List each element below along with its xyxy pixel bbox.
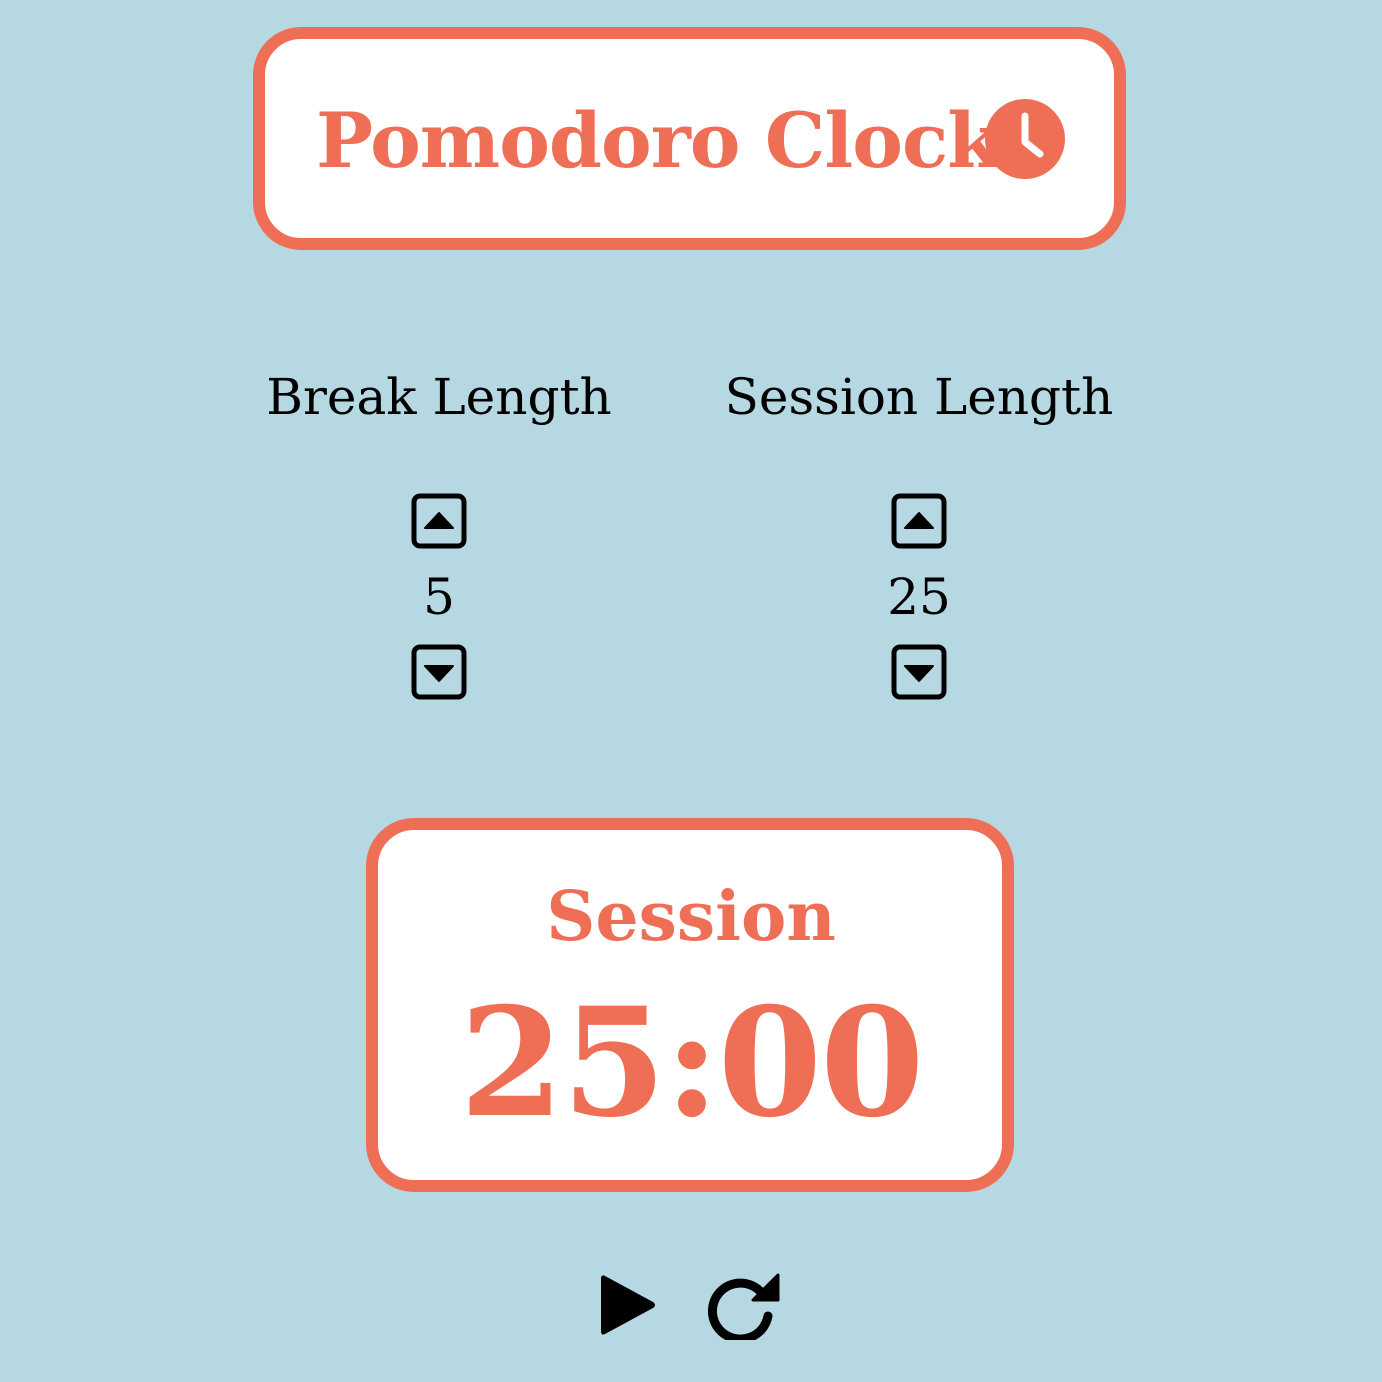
session-decrement-button[interactable] bbox=[891, 644, 947, 700]
clock-icon bbox=[985, 99, 1065, 179]
play-button[interactable] bbox=[597, 1270, 659, 1340]
break-length-label: Break Length bbox=[266, 368, 612, 426]
break-length-value: 5 bbox=[423, 568, 455, 626]
app-title: Pomodoro Clock bbox=[316, 96, 1000, 185]
timer-display: 25:00 bbox=[459, 975, 925, 1151]
session-increment-button[interactable] bbox=[891, 493, 947, 549]
timer-label: Session bbox=[546, 877, 836, 957]
reset-button[interactable] bbox=[708, 1270, 780, 1340]
session-length-value: 25 bbox=[887, 568, 951, 626]
session-length-label: Session Length bbox=[724, 368, 1114, 426]
break-increment-button[interactable] bbox=[411, 493, 467, 549]
break-decrement-button[interactable] bbox=[411, 644, 467, 700]
